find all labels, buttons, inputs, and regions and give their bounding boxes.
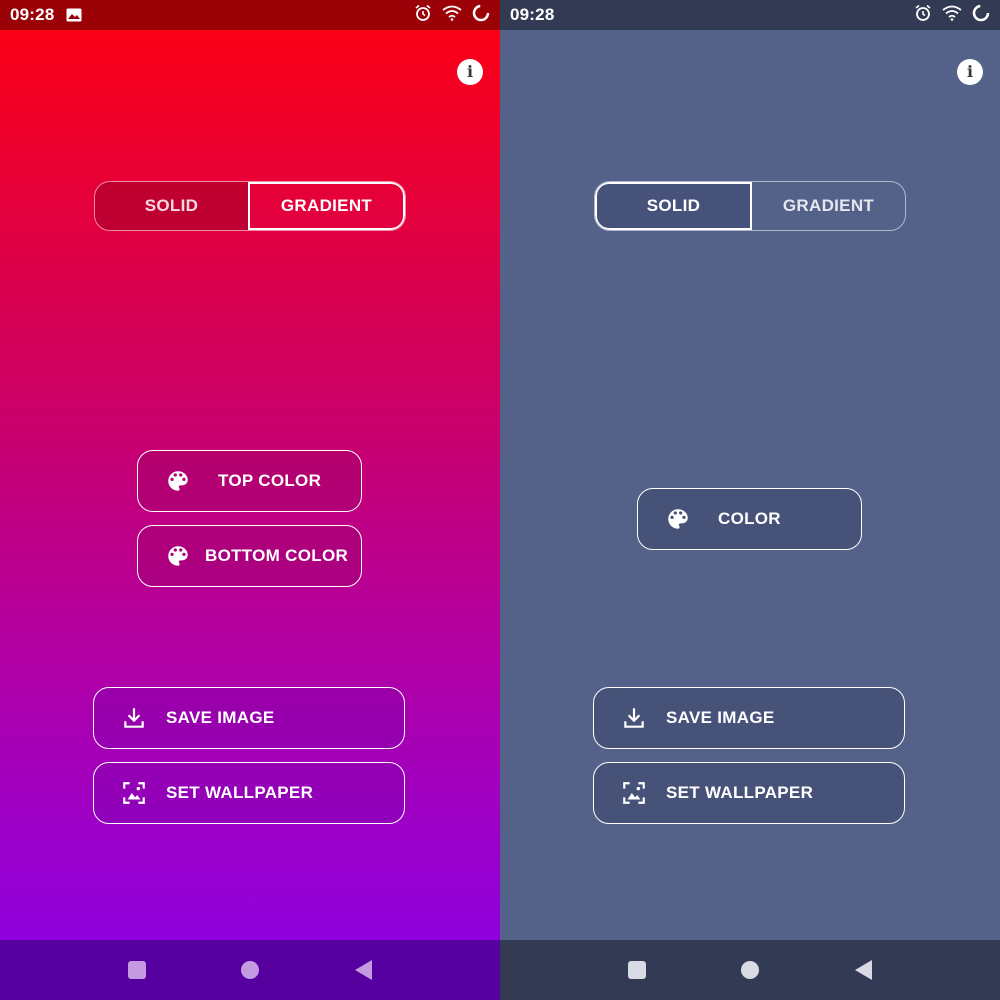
screens-container: 09:28 i SOLID GRADIENT TOP COLOR BOTTOM … — [0, 0, 1000, 1000]
download-icon — [621, 705, 647, 731]
info-button[interactable]: i — [457, 59, 483, 85]
set-wallpaper-label: SET WALLPAPER — [166, 783, 314, 802]
top-color-label: TOP COLOR — [218, 471, 322, 490]
home-button[interactable] — [741, 961, 760, 979]
status-time: 09:28 — [510, 5, 555, 24]
color-label: COLOR — [718, 509, 781, 528]
wifi-icon — [442, 5, 462, 26]
save-image-button[interactable]: SAVE IMAGE — [593, 687, 905, 749]
alarm-icon — [414, 4, 432, 27]
loading-icon — [972, 4, 990, 27]
palette-icon — [665, 506, 691, 532]
alarm-icon — [914, 4, 932, 27]
bottom-color-button[interactable]: BOTTOM COLOR — [137, 525, 362, 587]
image-notification-icon — [66, 8, 82, 22]
tab-gradient[interactable]: GRADIENT — [248, 182, 405, 230]
info-icon: i — [466, 62, 474, 81]
info-icon: i — [966, 62, 974, 81]
status-bar: 09:28 — [0, 0, 500, 30]
back-button[interactable] — [855, 960, 873, 980]
download-icon — [121, 705, 147, 731]
home-button[interactable] — [241, 961, 260, 979]
set-wallpaper-button[interactable]: SET WALLPAPER — [593, 762, 905, 824]
back-button[interactable] — [355, 960, 373, 980]
loading-icon — [472, 4, 490, 27]
set-wallpaper-label: SET WALLPAPER — [666, 783, 814, 802]
save-image-label: SAVE IMAGE — [166, 708, 275, 727]
status-bar: 09:28 — [500, 0, 1000, 30]
set-wallpaper-button[interactable]: SET WALLPAPER — [93, 762, 405, 824]
save-image-button[interactable]: SAVE IMAGE — [93, 687, 405, 749]
color-button[interactable]: COLOR — [637, 488, 862, 550]
mode-toggle: SOLID GRADIENT — [94, 181, 406, 231]
gradient-screen: 09:28 i SOLID GRADIENT TOP COLOR BOTTOM … — [0, 0, 500, 1000]
save-image-label: SAVE IMAGE — [666, 708, 775, 727]
tab-gradient[interactable]: GRADIENT — [752, 182, 905, 230]
top-color-button[interactable]: TOP COLOR — [137, 450, 362, 512]
palette-icon — [165, 468, 191, 494]
nav-bar — [500, 940, 1000, 1000]
solid-screen: 09:28 i SOLID GRADIENT COLOR SAVE IMAGE … — [500, 0, 1000, 1000]
wallpaper-icon — [121, 780, 147, 806]
info-button[interactable]: i — [957, 59, 983, 85]
recents-button[interactable] — [627, 961, 646, 979]
mode-toggle: SOLID GRADIENT — [594, 181, 906, 231]
status-time: 09:28 — [10, 5, 55, 24]
tab-solid[interactable]: SOLID — [95, 182, 248, 230]
wallpaper-icon — [621, 780, 647, 806]
recents-button[interactable] — [127, 961, 146, 979]
wifi-icon — [942, 5, 962, 26]
bottom-color-label: BOTTOM COLOR — [205, 546, 349, 565]
palette-icon — [165, 543, 191, 569]
nav-bar — [0, 940, 500, 1000]
tab-solid[interactable]: SOLID — [595, 182, 752, 230]
